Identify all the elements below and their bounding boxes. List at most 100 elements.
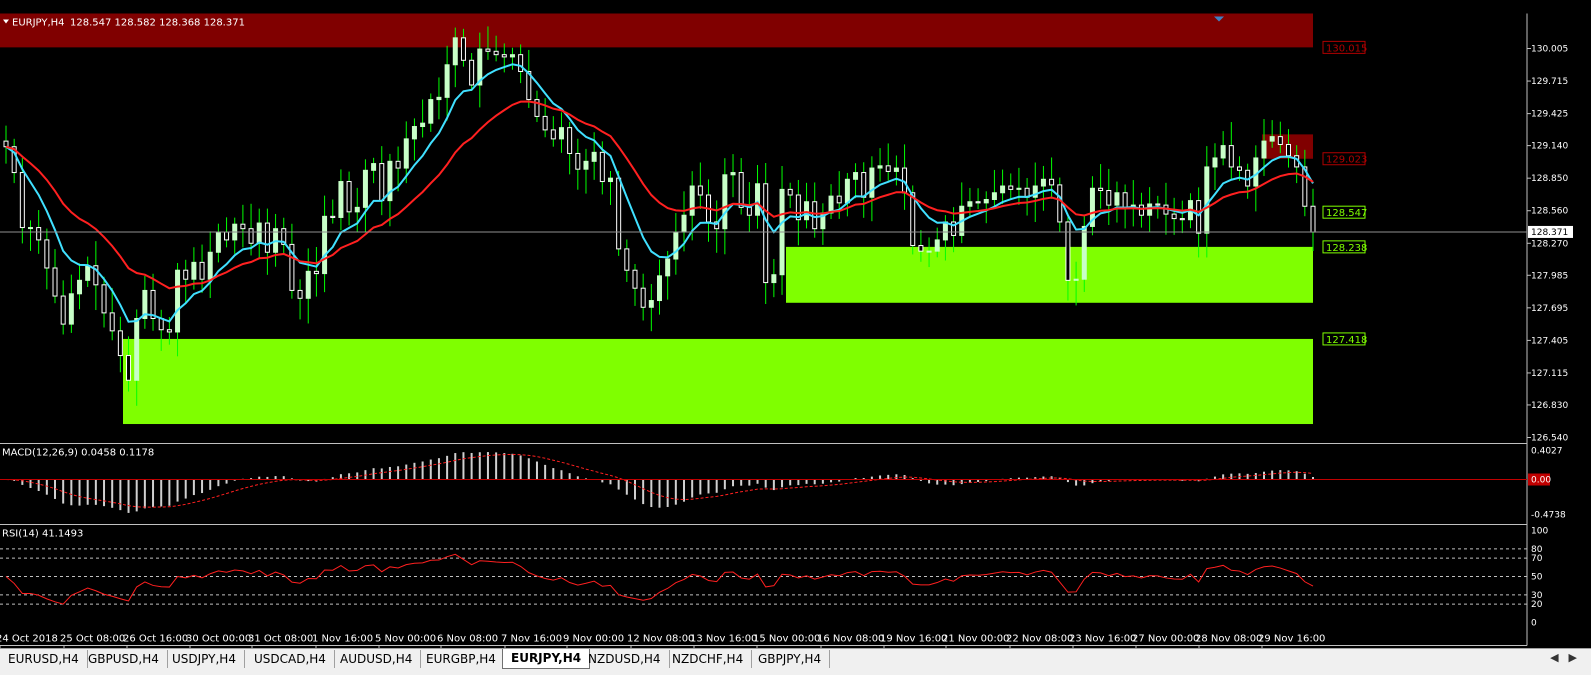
candle-body: [183, 269, 189, 280]
candle-body: [836, 195, 842, 204]
symbol-label: EURJPY,H4: [12, 18, 65, 29]
candle-body: [109, 312, 115, 332]
candle-body: [1106, 190, 1112, 206]
level-labels: 130.015 129.023 128.547 128.238 127.418: [1322, 40, 1367, 346]
price-axis: 130.005 129.715 129.425 129.140 128.850 128.5…: [1527, 45, 1573, 444]
candle-body: [191, 261, 197, 280]
candle-body: [469, 59, 475, 86]
time-tick-label: 12 Nov 08:00: [627, 634, 694, 645]
candle-body: [428, 99, 434, 124]
tab-eurjpy-h4[interactable]: EURJPY,H4: [502, 649, 591, 669]
candle-body: [877, 165, 883, 169]
candle-body: [452, 37, 458, 66]
candle-body: [812, 201, 818, 230]
level-label-text: 127.418: [1326, 335, 1367, 346]
candle-body: [322, 215, 328, 275]
candle-body: [371, 163, 377, 171]
candle-body: [85, 265, 91, 281]
candle-body: [485, 48, 491, 52]
candle-body: [509, 54, 515, 58]
price-tick-label: 126.540: [1531, 434, 1568, 444]
level-label-text: 128.547: [1326, 208, 1367, 219]
price-tick-label: 127.985: [1531, 271, 1568, 281]
candle-body: [722, 174, 728, 230]
support-zone-lower[interactable]: [123, 338, 1313, 425]
tab-scroll-icons[interactable]: ◀▶: [1550, 651, 1587, 664]
time-tick-label: 7 Nov 16:00: [501, 634, 562, 645]
candle-body: [338, 181, 344, 218]
level-label-text: 128.238: [1326, 243, 1367, 254]
candle-body: [607, 177, 613, 183]
price-tick-label: 129.715: [1531, 77, 1568, 87]
candle-body: [60, 295, 66, 325]
macd-axis-label: 0.00: [1531, 476, 1551, 486]
candle-body: [575, 152, 581, 170]
candle-body: [918, 245, 924, 252]
candle-body: [1261, 140, 1267, 159]
candle-body: [738, 172, 744, 208]
candle-body: [934, 239, 940, 252]
ohlc-label: 128.547 128.582 128.368 128.371: [70, 18, 245, 29]
candle-body: [583, 160, 589, 170]
candle-body: [689, 185, 695, 216]
candle-body: [19, 172, 25, 229]
candle-body: [991, 192, 997, 200]
candle-body: [28, 227, 34, 230]
level-label-text: 129.023: [1326, 155, 1367, 166]
rsi-line: [5, 553, 1314, 605]
tab-usdcad-h4[interactable]: USDCAD,H4: [246, 650, 335, 668]
candle-body: [542, 115, 548, 131]
candle-body: [1212, 157, 1218, 168]
time-tick-label: 29 Nov 16:00: [1258, 634, 1325, 645]
candle-body: [68, 293, 74, 325]
time-tick-label: 24 Oct 2018: [0, 634, 58, 645]
candle-body: [1040, 178, 1046, 187]
macd-axis-label: 0.4027: [1531, 447, 1563, 457]
price-tick-label: 128.560: [1531, 207, 1568, 217]
candle-body: [411, 126, 417, 140]
candle-body: [697, 185, 703, 196]
tab-gbpjpy-h4[interactable]: GBPJPY,H4: [750, 650, 831, 668]
time-tick-label: 19 Nov 16:00: [880, 634, 947, 645]
candle-body: [1049, 178, 1055, 186]
tab-nzdusd-h4[interactable]: NZDUSD,H4: [580, 650, 670, 668]
candle-body: [403, 138, 409, 169]
tab-eurusd-h4[interactable]: EURUSD,H4: [0, 650, 88, 668]
candle-body: [1277, 136, 1283, 145]
candle-body: [1220, 145, 1226, 159]
tab-audusd-h4[interactable]: AUDUSD,H4: [332, 650, 422, 668]
candle-body: [632, 269, 638, 289]
candle-body: [869, 167, 875, 198]
macd-label: MACD(12,26,9) 0.0458 0.1178: [2, 448, 154, 459]
candle-body: [640, 287, 646, 308]
candle-body: [787, 188, 793, 196]
candle-body: [942, 221, 948, 241]
candle-body: [1016, 187, 1022, 190]
macd-axis-label: -0.4738: [1531, 511, 1566, 521]
candle-body: [166, 329, 172, 333]
candle-body: [248, 228, 254, 244]
chart-window[interactable]: EURJPY,H4 128.547 128.582 128.368 128.37…: [0, 0, 1591, 675]
candle-body: [591, 151, 597, 162]
candle-body: [1236, 166, 1242, 171]
tab-gbpusd-h4[interactable]: GBPUSD,H4: [80, 650, 168, 668]
candle-body: [379, 163, 385, 202]
candle-body: [1073, 278, 1079, 281]
candle-body: [1196, 200, 1202, 234]
candle-body: [746, 206, 752, 216]
candle-body: [1147, 203, 1153, 216]
price-tick-label: 129.425: [1531, 110, 1568, 120]
tab-nzdchf-h4[interactable]: NZDCHF,H4: [664, 650, 753, 668]
candle-body: [362, 169, 368, 208]
candle-body: [975, 201, 981, 204]
candle-body: [215, 231, 221, 253]
candle-body: [158, 317, 164, 331]
time-tick-label: 5 Nov 00:00: [375, 634, 436, 645]
tab-usdjpy-h4[interactable]: USDJPY,H4: [164, 650, 245, 668]
rsi-axis-label: 50: [1531, 573, 1543, 583]
candle-body: [681, 214, 687, 233]
candle-body: [126, 355, 132, 381]
tab-eurgbp-h4[interactable]: EURGBP,H4: [418, 650, 505, 668]
candle-body: [44, 239, 50, 269]
support-zone-upper[interactable]: [786, 246, 1313, 303]
